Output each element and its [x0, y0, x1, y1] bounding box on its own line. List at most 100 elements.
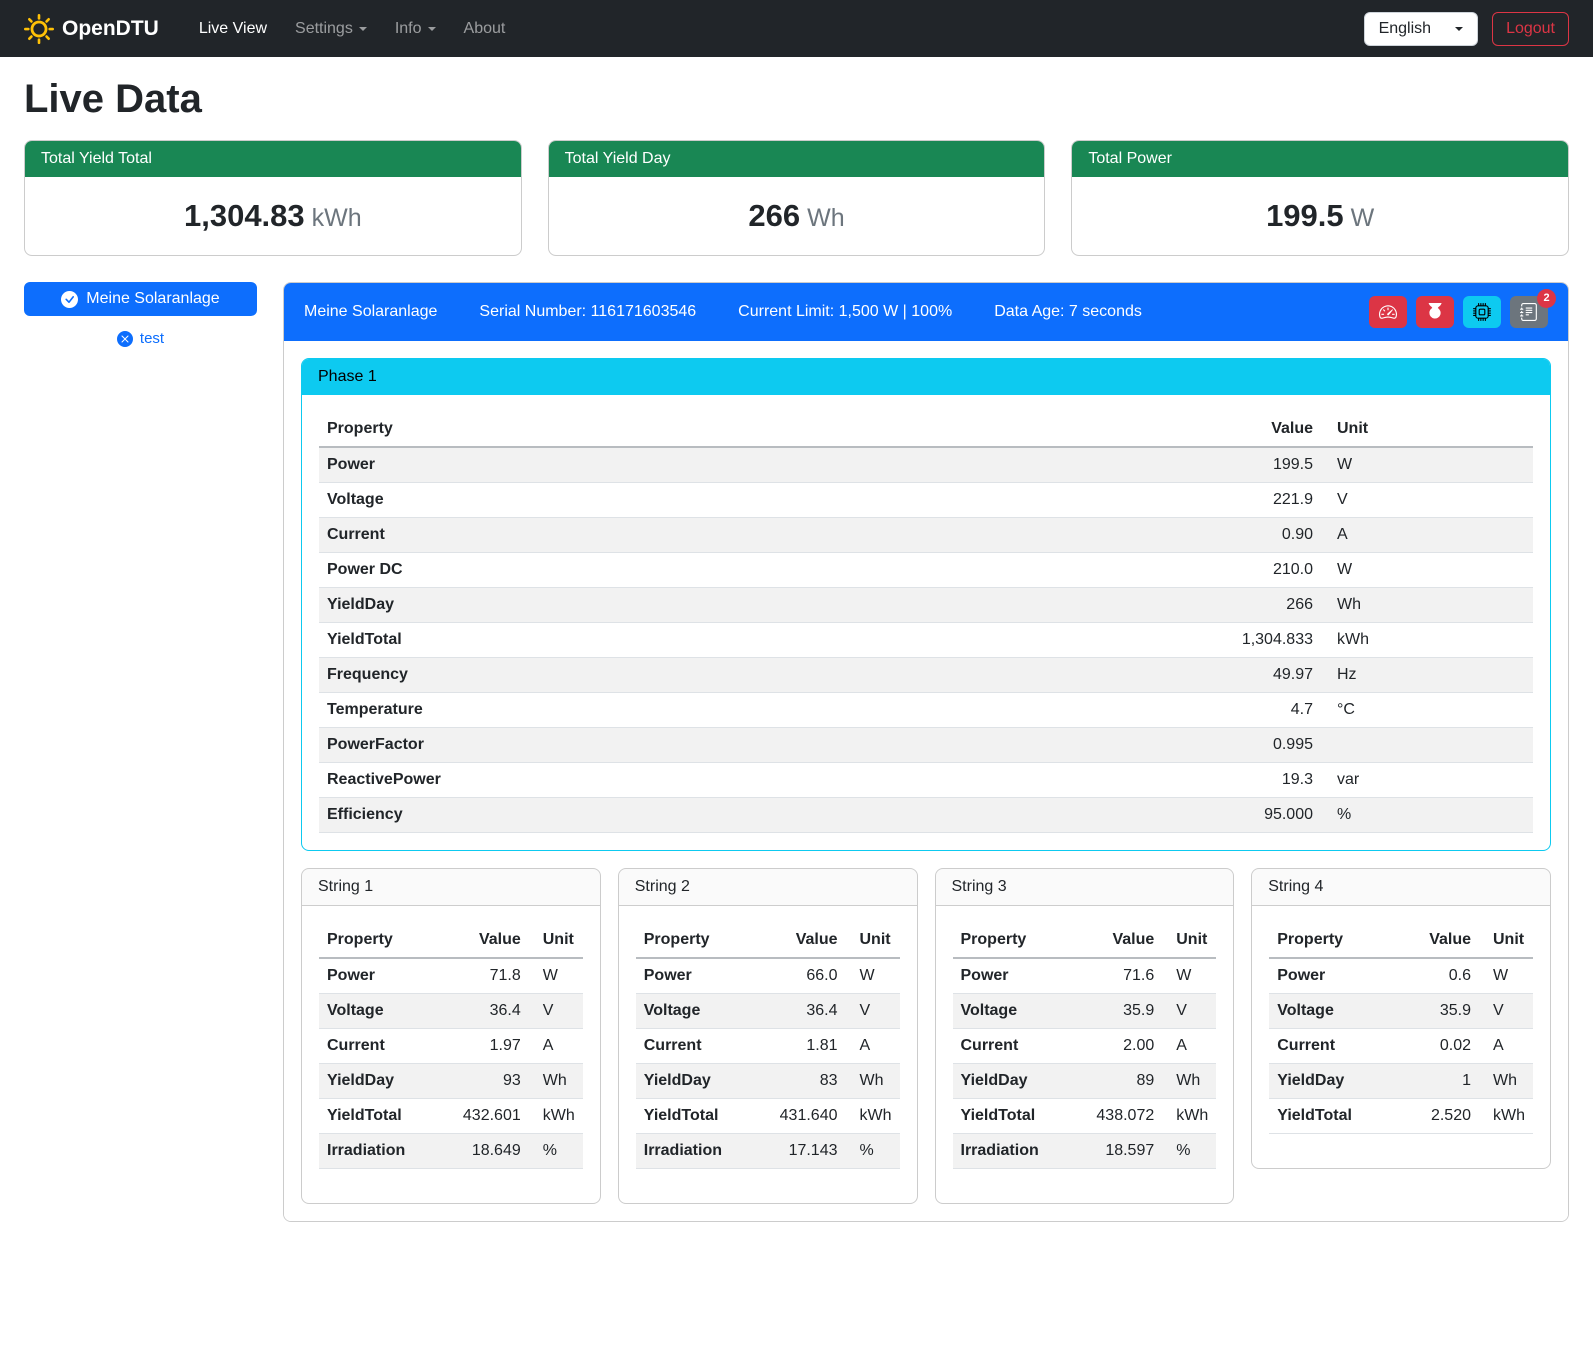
col-header-property: Property [319, 412, 1191, 447]
inverter-serial: Serial Number: 116171603546 [479, 303, 696, 321]
nav-item-live-view[interactable]: Live View [187, 12, 279, 46]
col-header-unit: Unit [1162, 923, 1216, 958]
row-property: YieldTotal [319, 623, 1191, 658]
table-row: Current 1.81 A [636, 1029, 900, 1064]
row-value: 0.02 [1395, 1029, 1479, 1064]
row-value: 35.9 [1395, 994, 1479, 1029]
row-value: 36.4 [762, 994, 846, 1029]
row-property: Current [319, 1029, 445, 1064]
table-row: Current 2.00 A [953, 1029, 1217, 1064]
sidebar-item-inverter-selected[interactable]: Meine Solaranlage [24, 282, 257, 316]
inverter-data-age: Data Age: 7 seconds [994, 303, 1142, 321]
row-value: 210.0 [1191, 553, 1321, 588]
row-value: 49.97 [1191, 658, 1321, 693]
row-unit: A [1162, 1029, 1216, 1064]
table-row: YieldTotal 431.640 kWh [636, 1099, 900, 1134]
row-unit: kWh [1162, 1099, 1216, 1134]
inverter-sidebar: Meine Solaranlage test [24, 282, 257, 347]
string-body: Property Value Unit Power [302, 906, 600, 1203]
inverter-card-header: Meine Solaranlage Serial Number: 1161716… [284, 283, 1568, 341]
col-header-unit: Unit [1479, 923, 1533, 958]
sidebar-item-label: Meine Solaranlage [86, 290, 219, 308]
table-header-row: Property Value Unit [319, 923, 583, 958]
chevron-down-icon [1455, 27, 1463, 31]
summary-card-yield-total: Total Yield Total 1,304.83kWh [24, 140, 522, 256]
string-table: Property Value Unit Power [953, 923, 1217, 1169]
table-row: Power 71.6 W [953, 958, 1217, 994]
table-row: Voltage 35.9 V [953, 994, 1217, 1029]
table-row: YieldDay 89 Wh [953, 1064, 1217, 1099]
page-container: Live Data Total Yield Total 1,304.83kWh … [0, 77, 1593, 1250]
table-row: YieldDay 83 Wh [636, 1064, 900, 1099]
table-row: YieldDay 1 Wh [1269, 1064, 1533, 1099]
row-property: YieldTotal [319, 1099, 445, 1134]
row-property: Frequency [319, 658, 1191, 693]
string-table: Property Value Unit Power [1269, 923, 1533, 1134]
row-value: 199.5 [1191, 447, 1321, 483]
phase-table: Property Value Unit Power [319, 412, 1533, 833]
table-header-row: Property Value Unit [636, 923, 900, 958]
event-log-button[interactable]: 2 [1510, 296, 1548, 328]
limit-settings-button[interactable] [1369, 296, 1407, 328]
sidebar-item-test[interactable]: test [24, 330, 257, 347]
row-unit: var [1321, 763, 1533, 798]
row-unit: kWh [1321, 623, 1533, 658]
table-row: Voltage 221.9 V [319, 483, 1533, 518]
row-value: 432.601 [445, 1099, 529, 1134]
row-property: Current [1269, 1029, 1395, 1064]
row-unit: Wh [529, 1064, 583, 1099]
inverter-card-body: Phase 1 Property Value Unit [284, 341, 1568, 1221]
row-unit: V [1321, 483, 1533, 518]
phase-table-body: Power 199.5 W Voltage 221.9 V [319, 447, 1533, 833]
string-table-body: Power 66.0 W Voltage 36.4 V [636, 958, 900, 1169]
strings-grid: String 1 Property Value Unit [301, 868, 1551, 1204]
summary-card-total-power: Total Power 199.5W [1071, 140, 1569, 256]
power-toggle-button[interactable] [1416, 296, 1454, 328]
row-value: 83 [762, 1064, 846, 1099]
row-value: 95.000 [1191, 798, 1321, 833]
device-info-button[interactable] [1463, 296, 1501, 328]
row-property: PowerFactor [319, 728, 1191, 763]
logout-button[interactable]: Logout [1492, 12, 1569, 46]
table-row: Efficiency 95.000 % [319, 798, 1533, 833]
page-title: Live Data [24, 77, 1569, 122]
row-property: YieldTotal [636, 1099, 762, 1134]
inverter-card: Meine Solaranlage Serial Number: 1161716… [283, 282, 1569, 1222]
col-header-unit: Unit [1321, 412, 1533, 447]
row-value: 266 [1191, 588, 1321, 623]
col-header-unit: Unit [529, 923, 583, 958]
nav-item-info[interactable]: Info [383, 12, 448, 46]
nav-item-label: Info [395, 20, 422, 38]
row-property: YieldTotal [1269, 1099, 1395, 1134]
row-property: YieldDay [319, 1064, 445, 1099]
col-header-value: Value [1395, 923, 1479, 958]
language-select[interactable]: English [1364, 12, 1478, 46]
string-card-2: String 2 Property Value Unit [618, 868, 918, 1204]
row-value: 71.8 [445, 958, 529, 994]
brand[interactable]: OpenDTU [24, 14, 159, 44]
row-property: YieldDay [1269, 1064, 1395, 1099]
row-property: YieldDay [319, 588, 1191, 623]
table-row: YieldTotal 438.072 kWh [953, 1099, 1217, 1134]
table-row: Temperature 4.7 °C [319, 693, 1533, 728]
row-unit: W [1479, 958, 1533, 994]
string-title: String 1 [302, 869, 600, 906]
table-row: Irradiation 17.143 % [636, 1134, 900, 1169]
summary-card-title: Total Yield Day [549, 141, 1045, 177]
row-unit: kWh [529, 1099, 583, 1134]
phase-body: Property Value Unit Power [302, 395, 1550, 850]
table-row: Voltage 36.4 V [319, 994, 583, 1029]
nav-item-settings[interactable]: Settings [283, 12, 379, 46]
table-row: Voltage 35.9 V [1269, 994, 1533, 1029]
table-header-row: Property Value Unit [953, 923, 1217, 958]
summary-card-yield-day: Total Yield Day 266Wh [548, 140, 1046, 256]
row-value: 221.9 [1191, 483, 1321, 518]
row-value: 19.3 [1191, 763, 1321, 798]
table-row: YieldDay 93 Wh [319, 1064, 583, 1099]
string-card-1: String 1 Property Value Unit [301, 868, 601, 1204]
row-unit [1321, 728, 1533, 763]
nav-item-about[interactable]: About [452, 12, 518, 46]
col-header-value: Value [1191, 412, 1321, 447]
row-value: 1.97 [445, 1029, 529, 1064]
row-value: 0.995 [1191, 728, 1321, 763]
